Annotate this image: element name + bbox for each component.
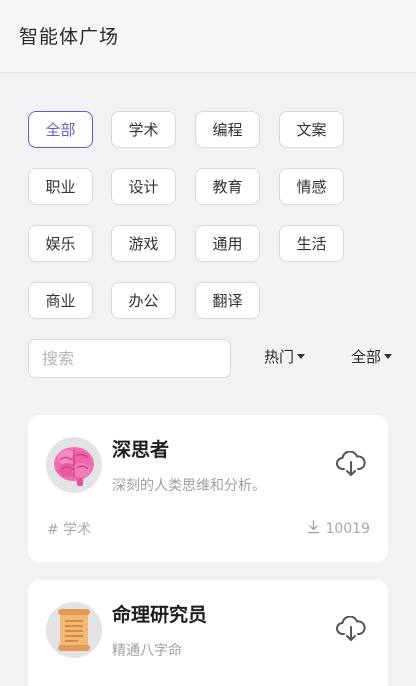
page-title: 智能体广场 [19,26,120,48]
category-chip-general[interactable]: 通用 [195,225,260,262]
category-chip-office[interactable]: 办公 [111,282,176,319]
caret-down-icon [297,354,306,359]
caret-down-icon [384,354,393,359]
category-chip-career[interactable]: 职业 [28,168,93,205]
sort-dropdown[interactable]: 热门 [264,346,306,367]
agent-name: 命理研究员 [112,604,208,626]
agent-card[interactable]: 命理研究员 精通八字命 [28,580,388,686]
brain-icon [46,437,102,493]
category-chip-translation[interactable]: 翻译 [195,282,260,319]
sort-dropdown-label: 热门 [264,348,295,366]
agent-card[interactable]: 深思者 深刻的人类思维和分析。 # 学术 10019 [28,415,388,562]
search-box [28,339,231,378]
category-chip-programming[interactable]: 编程 [195,111,260,148]
search-input[interactable] [42,349,217,368]
download-count: 10019 [307,520,370,538]
category-chip-business[interactable]: 商业 [28,282,93,319]
cloud-download-icon[interactable] [336,615,366,642]
category-chip-design[interactable]: 设计 [111,168,176,205]
app-header: 智能体广场 [0,0,416,73]
download-small-icon [307,520,320,538]
category-chip-education[interactable]: 教育 [195,168,260,205]
cloud-download-icon[interactable] [336,450,366,477]
agent-description: 精通八字命 [112,643,182,659]
agent-tag: # 学术 [47,522,92,538]
download-count-value: 10019 [325,521,370,537]
scroll-icon [46,602,102,658]
category-chip-entertainment[interactable]: 娱乐 [28,225,93,262]
category-chip-all[interactable]: 全部 [28,111,93,148]
category-chip-emotion[interactable]: 情感 [279,168,344,205]
category-chip-copywriting[interactable]: 文案 [279,111,344,148]
scope-dropdown-label: 全部 [351,348,382,366]
category-chip-academic[interactable]: 学术 [111,111,176,148]
scope-dropdown[interactable]: 全部 [351,346,393,367]
category-chip-games[interactable]: 游戏 [111,225,176,262]
agent-description: 深刻的人类思维和分析。 [112,478,266,494]
agent-name: 深思者 [112,439,170,461]
category-chip-life[interactable]: 生活 [279,225,344,262]
